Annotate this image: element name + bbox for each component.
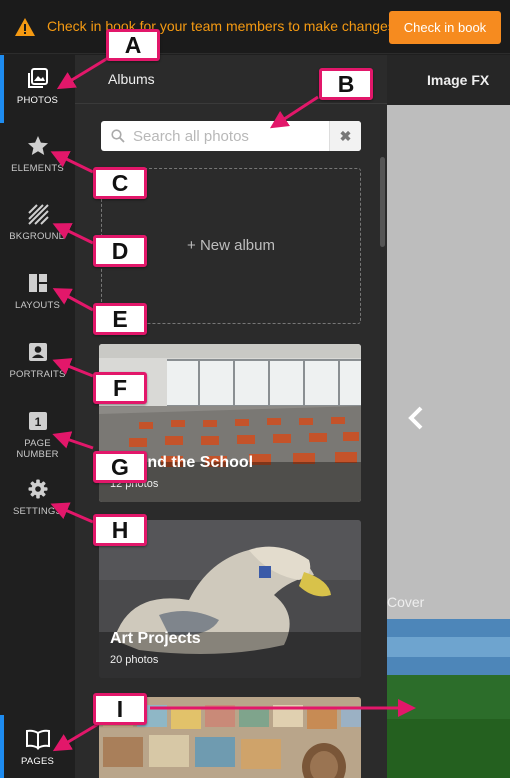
callout-b: B	[319, 68, 373, 100]
star-icon	[27, 136, 48, 155]
sidebar-item-layouts[interactable]: LAYOUTS	[0, 272, 75, 311]
callout-a: A	[106, 29, 160, 61]
callout-d: D	[93, 235, 147, 267]
sidebar-item-label: LAYOUTS	[14, 300, 61, 311]
search-box: ✖	[101, 121, 361, 151]
search-icon	[111, 129, 125, 143]
sidebar-item-label: PAGES	[20, 756, 55, 767]
check-in-book-button[interactable]: Check in book	[389, 11, 501, 44]
callout-i: I	[93, 693, 147, 725]
clear-search-button[interactable]: ✖	[329, 121, 361, 151]
top-banner: Check in book for your team members to m…	[0, 0, 510, 54]
sidebar-item-label: PHOTOS	[16, 95, 59, 106]
album-name: Art Projects	[110, 630, 201, 647]
image-fx-panel: Image FX Cover	[387, 55, 510, 778]
warning-icon	[15, 18, 35, 36]
chevron-left-icon[interactable]	[407, 405, 425, 431]
panel-title: Albums	[108, 71, 155, 87]
sidebar-item-label: SETTINGS	[12, 506, 63, 517]
sidebar-item-label: BKGROUND	[9, 231, 66, 242]
layouts-grid-icon	[28, 274, 47, 292]
sidebar-item-settings[interactable]: SETTINGS	[0, 478, 75, 517]
sidebar-item-photos[interactable]: PHOTOS	[0, 67, 75, 106]
search-input[interactable]	[133, 121, 323, 151]
callout-g: G	[93, 451, 147, 483]
page-number-icon: 1	[28, 412, 47, 430]
sidebar-item-portraits[interactable]: PORTRAITS	[0, 341, 75, 380]
book-icon	[25, 729, 50, 750]
callout-f: F	[93, 372, 147, 404]
sidebar-item-page-number[interactable]: 1 PAGE NUMBER	[0, 410, 75, 460]
cover-thumbnail[interactable]	[387, 619, 510, 778]
background-stripes-icon	[27, 204, 49, 225]
cover-label: Cover	[387, 594, 425, 610]
sidebar: PHOTOS ELEMENTS BKGROUND LAYOUTS PORTRAI…	[0, 55, 75, 778]
sidebar-item-label: PORTRAITS	[9, 369, 66, 380]
callout-h: H	[93, 514, 147, 546]
sidebar-item-label: PAGE NUMBER	[16, 438, 59, 460]
sidebar-item-bkground[interactable]: BKGROUND	[0, 203, 75, 242]
photos-icon	[27, 68, 48, 88]
callout-c: C	[93, 167, 147, 199]
svg-text:1: 1	[34, 415, 41, 429]
sidebar-item-label: ELEMENTS	[11, 163, 64, 174]
sidebar-item-pages[interactable]: PAGES	[0, 728, 75, 767]
scrollbar[interactable]	[380, 157, 385, 247]
divider	[75, 103, 387, 104]
portrait-icon	[28, 343, 47, 361]
callout-e: E	[93, 303, 147, 335]
banner-message: Check in book for your team members to m…	[47, 18, 395, 34]
image-fx-title: Image FX	[427, 72, 490, 88]
gear-icon	[28, 479, 47, 499]
album-photo-count: 20 photos	[110, 654, 159, 666]
sidebar-item-elements[interactable]: ELEMENTS	[0, 135, 75, 174]
page-preview	[387, 105, 510, 633]
albums-panel: Albums ✖ + New album	[75, 55, 387, 778]
